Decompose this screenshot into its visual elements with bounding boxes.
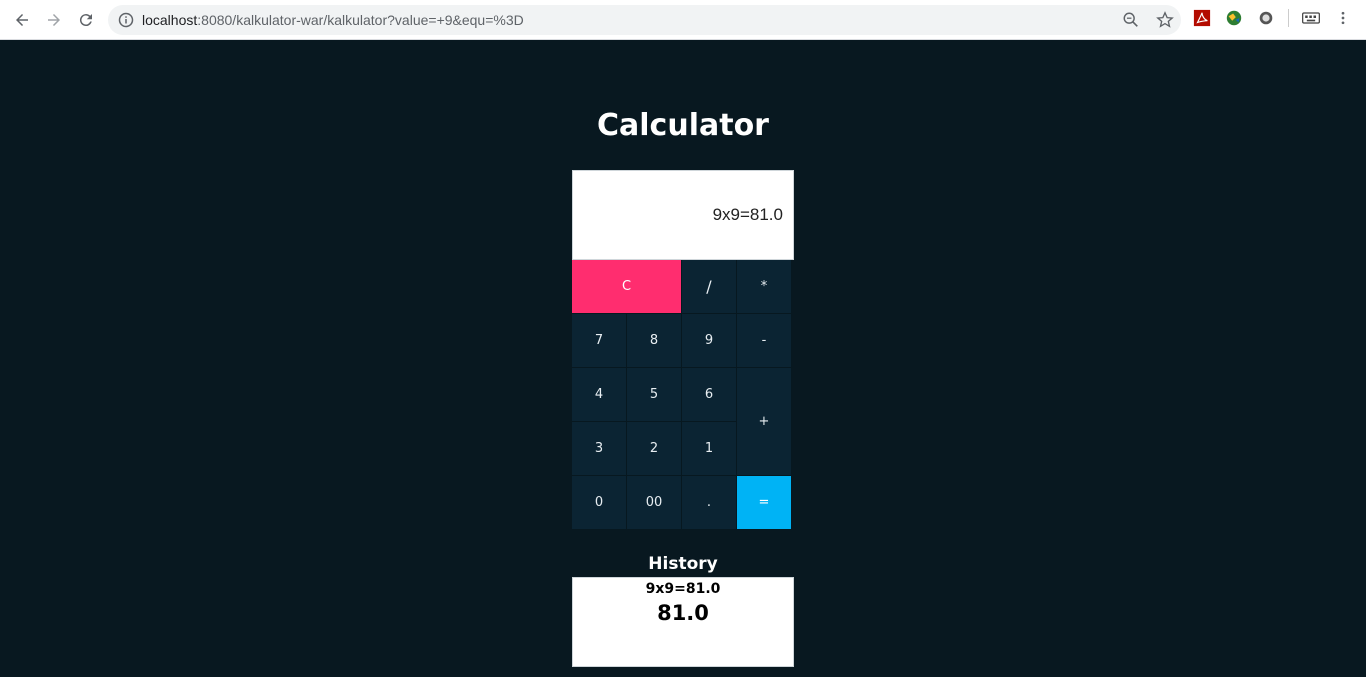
digit-7-button[interactable]: 7	[572, 314, 627, 368]
history-expression: 9x9=81.0	[645, 581, 721, 597]
divide-button[interactable]: /	[682, 260, 737, 314]
back-icon[interactable]	[6, 4, 38, 36]
digit-5-button[interactable]: 5	[627, 368, 682, 422]
page-title: Calculator	[597, 108, 769, 143]
digit-6-button[interactable]: 6	[682, 368, 737, 422]
decimal-button[interactable]: .	[682, 476, 737, 530]
menu-icon[interactable]	[1333, 8, 1353, 28]
keypad: C / * 7 8 9 - 4 5 6 + 3 2 1 0 00 . =	[572, 260, 792, 530]
digit-3-button[interactable]: 3	[572, 422, 627, 476]
url-host: localhost	[142, 12, 198, 28]
address-bar[interactable]: localhost:8080/kalkulator-war/kalkulator…	[108, 5, 1181, 35]
digit-2-button[interactable]: 2	[627, 422, 682, 476]
digit-1-button[interactable]: 1	[682, 422, 737, 476]
history-panel: 9x9=81.0 81.0	[572, 577, 794, 667]
equals-button[interactable]: =	[737, 476, 792, 530]
digit-0-button[interactable]: 0	[572, 476, 627, 530]
clear-button[interactable]: C	[572, 260, 682, 314]
double-zero-button[interactable]: 00	[627, 476, 682, 530]
digit-4-button[interactable]: 4	[572, 368, 627, 422]
keyboard-extension-icon[interactable]	[1301, 8, 1321, 28]
forward-icon[interactable]	[38, 4, 70, 36]
browser-toolbar: localhost:8080/kalkulator-war/kalkulator…	[0, 0, 1366, 40]
plus-button[interactable]: +	[737, 368, 792, 476]
history-title: History	[648, 554, 718, 574]
calculator-display: 9x9=81.0	[572, 170, 794, 260]
reload-icon[interactable]	[70, 4, 102, 36]
url-path: :8080/kalkulator-war/kalkulator?value=+9…	[197, 12, 524, 28]
info-icon[interactable]	[118, 12, 134, 28]
star-icon[interactable]	[1155, 10, 1175, 30]
minus-button[interactable]: -	[737, 314, 792, 368]
history-result: 81.0	[657, 601, 709, 625]
digit-9-button[interactable]: 9	[682, 314, 737, 368]
circle-extension-icon[interactable]	[1256, 8, 1276, 28]
digit-8-button[interactable]: 8	[627, 314, 682, 368]
globe-extension-icon[interactable]	[1224, 8, 1244, 28]
zoom-icon[interactable]	[1121, 10, 1141, 30]
url-text: localhost:8080/kalkulator-war/kalkulator…	[142, 12, 524, 28]
pdf-extension-icon[interactable]	[1192, 8, 1212, 28]
multiply-button[interactable]: *	[737, 260, 792, 314]
toolbar-divider	[1288, 9, 1289, 27]
calculator: 9x9=81.0 C / * 7 8 9 - 4 5 6 + 3 2 1 0 0…	[572, 170, 794, 530]
